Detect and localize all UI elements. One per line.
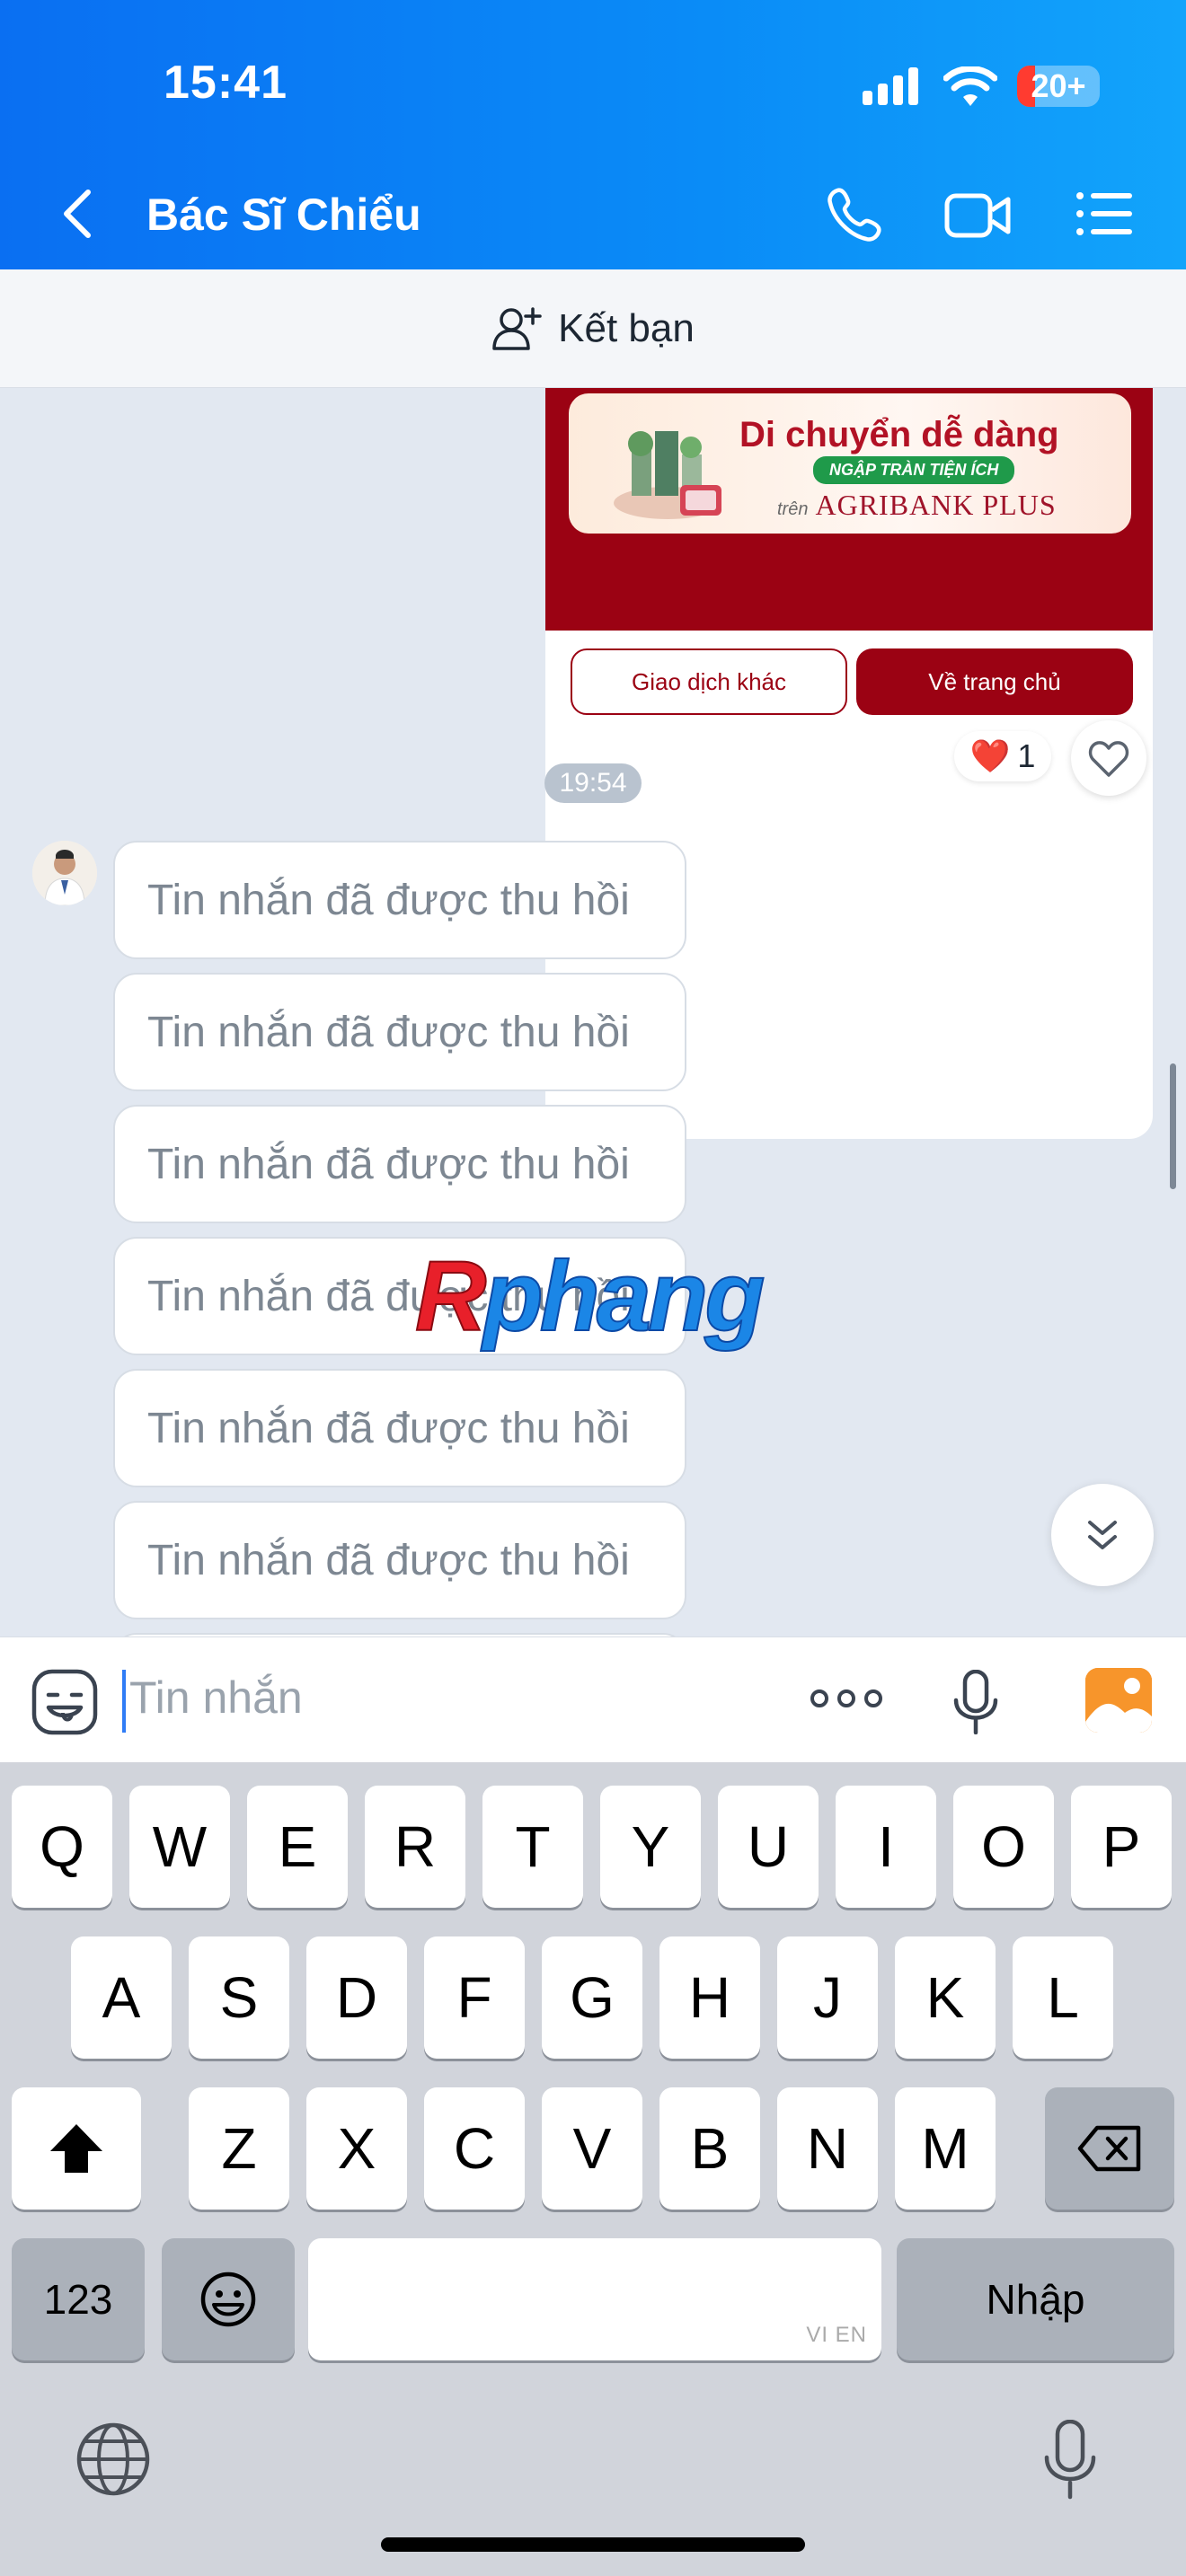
key-r[interactable]: R: [365, 1786, 465, 1908]
watermark-logo: Rphang: [414, 1240, 766, 1353]
shift-arrow-icon: [50, 2124, 102, 2173]
chevron-left-icon[interactable]: [56, 187, 101, 241]
banner-brand: AGRIBANK PLUS: [815, 489, 1057, 521]
sticker-icon[interactable]: [31, 1668, 99, 1736]
message-list[interactable]: ▔▔▔▔▔▔▔▔▔▔▔▔ Di chuyển dễ dàng NGẬP TRÀN…: [0, 388, 1186, 1636]
double-chevron-down-icon: [1088, 1521, 1117, 1549]
key-n[interactable]: N: [777, 2087, 878, 2210]
key-x[interactable]: X: [306, 2087, 407, 2210]
cellular-signal-icon: [863, 67, 918, 105]
dictation-microphone-icon[interactable]: [1042, 2420, 1098, 2501]
key-j[interactable]: J: [777, 1936, 878, 2059]
battery-level: 20+: [1031, 67, 1086, 104]
space-hint: VI EN: [806, 2323, 867, 2347]
add-friend-label: Kết bạn: [558, 305, 695, 350]
backspace-icon: [1077, 2125, 1141, 2172]
wifi-icon: [943, 66, 997, 106]
key-s[interactable]: S: [189, 1936, 289, 2059]
scroll-to-bottom-button[interactable]: [1051, 1484, 1154, 1586]
image-icon: [1085, 1668, 1152, 1733]
reaction-count: 1: [1017, 737, 1036, 774]
key-f[interactable]: F: [424, 1936, 525, 2059]
chat-title[interactable]: Bác Sĩ Chiểu: [146, 189, 421, 241]
reaction-badge[interactable]: ❤️ 1: [954, 731, 1051, 781]
recalled-message[interactable]: Tin nhắn đã được thu hồi: [113, 841, 686, 959]
key-y[interactable]: Y: [600, 1786, 701, 1908]
key-u[interactable]: U: [718, 1786, 819, 1908]
heart-emoji: ❤️: [969, 737, 1011, 774]
message-composer: Tin nhắn: [0, 1636, 1186, 1762]
key-p[interactable]: P: [1071, 1786, 1172, 1908]
key-t[interactable]: T: [482, 1786, 583, 1908]
key-h[interactable]: H: [659, 1936, 760, 2059]
recalled-message[interactable]: Tin nhắn đã được thu hồi: [113, 1501, 686, 1619]
key-d[interactable]: D: [306, 1936, 407, 2059]
react-button[interactable]: [1071, 720, 1146, 796]
banner-prefix: trên: [777, 499, 809, 519]
shift-key[interactable]: [12, 2087, 141, 2210]
microphone-icon[interactable]: [952, 1670, 999, 1734]
key-z[interactable]: Z: [189, 2087, 289, 2210]
phone-icon[interactable]: [825, 185, 884, 244]
video-camera-icon[interactable]: [943, 189, 1012, 243]
return-key[interactable]: Nhập: [897, 2238, 1174, 2360]
key-v[interactable]: V: [542, 2087, 642, 2210]
list-icon[interactable]: [1075, 189, 1134, 239]
emoji-key[interactable]: [162, 2238, 295, 2360]
text-cursor: [122, 1670, 126, 1733]
recalled-message[interactable]: Tin nhắn đã được thu hồi: [113, 973, 686, 1091]
gallery-button[interactable]: [1085, 1668, 1152, 1733]
banner-title: Di chuyển dễ dàng: [739, 415, 1059, 454]
space-key[interactable]: VI EN: [308, 2238, 881, 2360]
globe-icon[interactable]: [75, 2422, 151, 2497]
status-icons: 20+: [863, 65, 1100, 108]
key-b[interactable]: B: [659, 2087, 760, 2210]
add-friend-button[interactable]: Kết bạn: [0, 269, 1186, 388]
delete-key[interactable]: [1045, 2087, 1174, 2210]
doctor-avatar-icon: [32, 841, 97, 905]
key-i[interactable]: I: [836, 1786, 936, 1908]
banner-chip: NGẬP TRÀN TIỆN ÍCH: [813, 456, 1015, 484]
battery-icon: 20+: [1017, 66, 1100, 107]
promo-banner: Di chuyển dễ dàng NGẬP TRÀN TIỆN ÍCH trê…: [569, 393, 1131, 534]
chat-header: 15:41 20+ Bác Sĩ Chiểu: [0, 0, 1186, 269]
scrollbar[interactable]: [1170, 1063, 1176, 1189]
message-timestamp: 19:54: [544, 763, 642, 803]
recalled-message[interactable]: Tin nhắn đã được thu hồi: [113, 1105, 686, 1223]
key-o[interactable]: O: [953, 1786, 1054, 1908]
home-indicator[interactable]: [381, 2537, 805, 2552]
key-q[interactable]: Q: [12, 1786, 112, 1908]
key-m[interactable]: M: [895, 2087, 996, 2210]
other-transaction-button: Giao dịch khác: [571, 648, 847, 715]
status-time: 15:41: [164, 57, 288, 109]
key-k[interactable]: K: [895, 1936, 996, 2059]
message-input[interactable]: Tin nhắn: [129, 1672, 303, 1724]
key-g[interactable]: G: [542, 1936, 642, 2059]
key-a[interactable]: A: [71, 1936, 172, 2059]
receipt-header: ▔▔▔▔▔▔▔▔▔▔▔▔ Di chuyển dễ dàng NGẬP TRÀN…: [545, 388, 1153, 631]
recalled-message[interactable]: Tin nhắn đã được thu hồi: [113, 1369, 686, 1487]
key-e[interactable]: E: [247, 1786, 348, 1908]
key-w[interactable]: W: [129, 1786, 230, 1908]
key-l[interactable]: L: [1013, 1936, 1113, 2059]
emoji-icon: [200, 2272, 256, 2327]
key-c[interactable]: C: [424, 2087, 525, 2210]
home-button: Về trang chủ: [856, 648, 1133, 715]
city-illustration-icon: [614, 431, 721, 519]
more-options-icon[interactable]: [809, 1681, 884, 1716]
avatar[interactable]: [32, 841, 97, 905]
heart-outline-icon: [1088, 741, 1129, 777]
add-person-icon: [492, 306, 542, 350]
numbers-key[interactable]: 123: [12, 2238, 145, 2360]
